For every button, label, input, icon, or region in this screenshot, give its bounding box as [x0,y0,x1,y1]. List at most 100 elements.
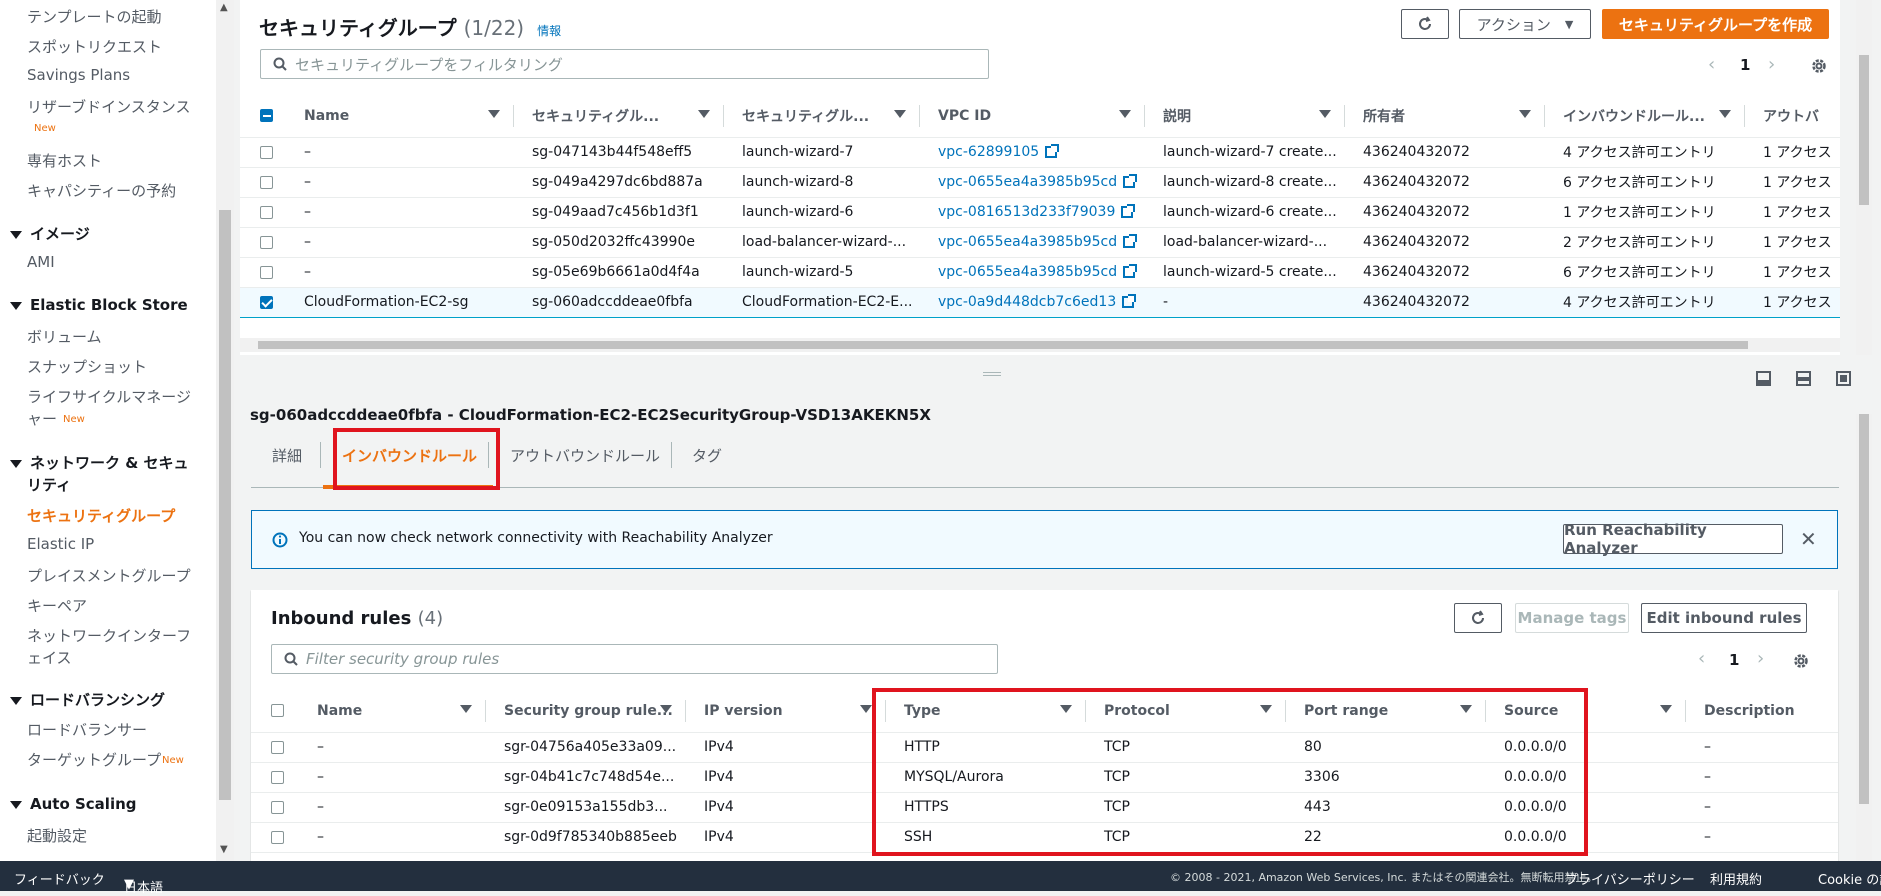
cell-vpc-link[interactable]: vpc-0816513d233f79039 [938,204,1115,220]
external-link-icon[interactable] [1123,234,1138,248]
column-header[interactable]: VPC ID [920,95,1145,138]
row-checkbox-checked[interactable] [260,295,273,309]
manage-tags-button[interactable]: Manage tags [1515,603,1629,633]
next-page-icon[interactable]: › [1768,54,1775,75]
scroll-thumb[interactable] [258,341,1748,349]
table-row[interactable]: – sg-05e69b6661a0d4f4a launch-wizard-5 v… [240,257,1840,288]
cell-vpc-link[interactable]: vpc-0655ea4a3985b95cd [938,234,1117,250]
table-row[interactable]: – sg-047143b44f548eff5 launch-wizard-7 v… [240,137,1840,168]
refresh-button[interactable] [1401,9,1449,39]
cell-sg-id-link[interactable]: sg-047143b44f548eff5 [514,137,724,168]
sidebar-item-spot-requests[interactable]: スポットリクエスト [27,36,162,57]
row-checkbox[interactable] [271,830,284,844]
row-checkbox[interactable] [260,265,273,279]
sidebar-section-auto-scaling[interactable]: Auto Scaling [10,795,137,813]
feedback-link[interactable]: フィードバック [14,869,105,888]
sidebar-item-target-groups[interactable]: ターゲットグループ [27,749,161,770]
sidebar-scrollbar[interactable]: ▲ ▼ [216,0,234,861]
sidebar-item-lifecycle-manager-cont[interactable]: ャー [27,408,57,429]
page-number[interactable]: 1 [1729,651,1739,669]
sidebar-item-key-pairs[interactable]: キーペア [27,595,87,616]
sidebar-item-savings-plans[interactable]: Savings Plans [27,66,130,84]
table-row[interactable]: – sg-050d2032ffc43990e load-balancer-wiz… [240,227,1840,258]
sidebar-item-capacity-reservations[interactable]: キャパシティーの予約 [27,180,176,201]
sidebar-item-snapshots[interactable]: スナップショット [27,356,147,377]
prev-page-icon[interactable]: ‹ [1708,54,1715,75]
column-header[interactable]: セキュリティグル... [514,95,724,138]
sidebar-section-images[interactable]: イメージ [10,223,90,244]
sidebar-item-network-interfaces[interactable]: ネットワークインターフ [27,625,191,646]
layout-bottom-icon[interactable] [1756,371,1771,386]
sidebar-section-ebs[interactable]: Elastic Block Store [10,296,188,314]
tab-outbound-rules[interactable]: アウトバウンドルール [510,445,660,466]
gear-icon[interactable] [1810,57,1828,75]
page-number[interactable]: 1 [1740,56,1750,74]
sidebar-item-security-groups[interactable]: セキュリティグループ [27,505,175,526]
sidebar-item-lifecycle-manager[interactable]: ライフサイクルマネージ [27,386,191,407]
cell-vpc-link[interactable]: vpc-0a9d448dcb7c6ed13 [938,294,1116,310]
column-header[interactable]: セキュリティグル... [724,95,920,138]
column-header[interactable]: Description [1686,690,1838,733]
table-row[interactable]: – sg-049aad7c456b1d3f1 launch-wizard-6 v… [240,197,1840,228]
gear-icon[interactable] [1792,652,1810,670]
cell-sg-id-link[interactable]: sg-060adccddeae0fbfa [514,286,724,318]
refresh-button[interactable] [1454,603,1502,633]
sidebar-item-volumes[interactable]: ボリューム [27,326,102,347]
terms-link[interactable]: 利用規約 [1710,869,1762,888]
rules-filter[interactable]: Filter security group rules [271,644,998,674]
sidebar-item-placement-groups[interactable]: プレイスメントグループ [27,565,191,586]
run-reachability-analyzer-button[interactable]: Run Reachability Analyzer [1563,521,1783,557]
cell-sg-id-link[interactable]: sg-05e69b6661a0d4f4a [514,257,724,288]
scroll-thumb[interactable] [1859,414,1869,804]
table-row[interactable]: – sg-049a4297dc6bd887a launch-wizard-8 v… [240,167,1840,198]
row-checkbox[interactable] [271,740,284,754]
sidebar-item-network-interfaces-cont[interactable]: ェイス [27,647,72,668]
select-all-checkbox[interactable] [240,95,286,138]
split-drag-handle[interactable] [983,372,1001,376]
panel-vertical-scrollbar[interactable] [1856,0,1872,355]
layout-full-icon[interactable] [1836,371,1851,386]
table-horizontal-scrollbar[interactable] [240,338,1840,352]
column-header[interactable]: Security group rule... [486,690,686,733]
scroll-down-icon[interactable]: ▼ [220,844,228,855]
security-group-filter[interactable]: セキュリティグループをフィルタリング [260,49,989,79]
actions-button[interactable]: アクション ▼ [1459,9,1591,39]
column-header[interactable]: 説明 [1145,95,1345,138]
sidebar-item-dedicated-hosts[interactable]: 専有ホスト [27,150,102,171]
column-header[interactable]: Name [299,690,486,733]
scroll-thumb[interactable] [1859,55,1869,205]
cell-vpc-link[interactable]: vpc-0655ea4a3985b95cd [938,174,1117,190]
row-checkbox[interactable] [260,205,273,219]
layout-split-icon[interactable] [1796,371,1811,386]
sidebar-section-load-balancing[interactable]: ロードバランシング [10,689,165,710]
scroll-up-icon[interactable]: ▲ [220,2,228,13]
prev-page-icon[interactable]: ‹ [1698,648,1705,669]
edit-inbound-rules-button[interactable]: Edit inbound rules [1641,603,1807,633]
info-link[interactable]: 情報 [537,24,561,38]
create-security-group-button[interactable]: セキュリティグループを作成 [1602,9,1829,39]
cell-vpc-link[interactable]: vpc-62899105 [938,144,1039,160]
external-link-icon[interactable] [1123,264,1138,278]
sidebar-item-launch-templates[interactable]: テンプレートの起動 [27,6,162,27]
external-link-icon[interactable] [1045,144,1060,158]
next-page-icon[interactable]: › [1757,648,1764,669]
cookie-link[interactable]: Cookie の設 [1818,869,1881,888]
scroll-thumb[interactable] [219,210,231,800]
sidebar-item-launch-configurations[interactable]: 起動設定 [27,825,87,846]
cell-sg-id-link[interactable]: sg-050d2032ffc43990e [514,227,724,258]
row-checkbox[interactable] [260,175,273,189]
column-header[interactable]: インバウンドルール... [1545,95,1745,138]
cell-sg-id-link[interactable]: sg-049a4297dc6bd887a [514,167,724,198]
row-checkbox[interactable] [271,800,284,814]
sidebar-section-network-cont[interactable]: リティ [27,474,71,495]
cell-sg-id-link[interactable]: sg-049aad7c456b1d3f1 [514,197,724,228]
close-icon[interactable]: ✕ [1800,527,1817,551]
table-row-selected[interactable]: CloudFormation-EC2-sg sg-060adccddeae0fb… [240,286,1840,318]
detail-vertical-scrollbar[interactable] [1856,414,1872,861]
external-link-icon[interactable] [1121,204,1136,218]
sidebar-section-network[interactable]: ネットワーク & セキュ [10,452,189,473]
privacy-link[interactable]: プライバシーポリシー [1565,869,1695,888]
column-header[interactable]: IP version [686,690,886,733]
cell-vpc-link[interactable]: vpc-0655ea4a3985b95cd [938,264,1117,280]
row-checkbox[interactable] [260,235,273,249]
